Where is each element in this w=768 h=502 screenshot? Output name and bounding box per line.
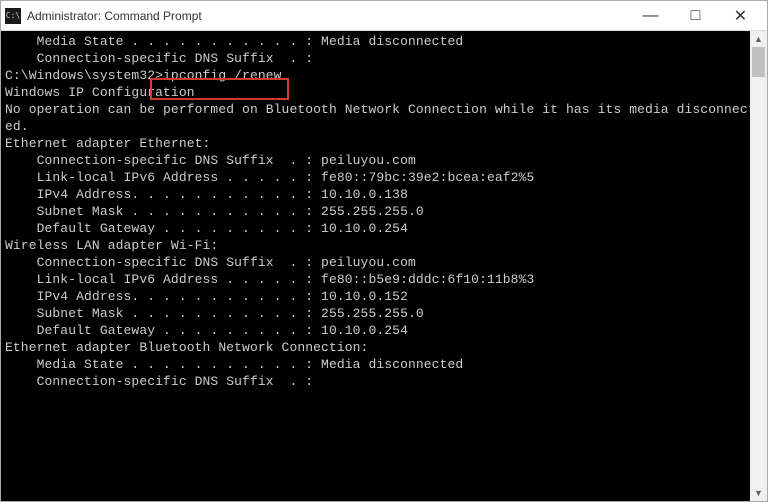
output-line: Media State . . . . . . . . . . . : Medi… [5, 33, 746, 50]
output-line: Connection-specific DNS Suffix . : [5, 373, 746, 390]
prompt-line: C:\Windows\system32>ipconfig /renew [5, 67, 746, 84]
titlebar[interactable]: C:\ Administrator: Command Prompt — □ ✕ [1, 1, 767, 31]
output-line: No operation can be performed on Bluetoo… [5, 101, 746, 118]
output-line: IPv4 Address. . . . . . . . . . . : 10.1… [5, 288, 746, 305]
output-line: Windows IP Configuration [5, 84, 746, 101]
terminal-output[interactable]: Media State . . . . . . . . . . . : Medi… [1, 31, 750, 501]
output-line: Ethernet adapter Bluetooth Network Conne… [5, 339, 746, 356]
scroll-thumb[interactable] [752, 47, 765, 77]
output-line: Default Gateway . . . . . . . . . : 10.1… [5, 322, 746, 339]
output-line: Media State . . . . . . . . . . . : Medi… [5, 356, 746, 373]
output-line: Subnet Mask . . . . . . . . . . . : 255.… [5, 305, 746, 322]
window-title: Administrator: Command Prompt [27, 9, 628, 23]
scroll-up-icon[interactable]: ▲ [750, 31, 767, 47]
terminal-wrap: Media State . . . . . . . . . . . : Medi… [1, 31, 767, 501]
maximize-icon: □ [691, 7, 701, 25]
output-line: Subnet Mask . . . . . . . . . . . : 255.… [5, 203, 746, 220]
output-line: Link-local IPv6 Address . . . . . : fe80… [5, 169, 746, 186]
window-controls: — □ ✕ [628, 2, 763, 30]
minimize-button[interactable]: — [628, 2, 673, 30]
minimize-icon: — [643, 7, 659, 25]
scroll-down-icon[interactable]: ▼ [750, 485, 767, 501]
output-line: Link-local IPv6 Address . . . . . : fe80… [5, 271, 746, 288]
app-icon-label: C:\ [6, 11, 20, 20]
close-button[interactable]: ✕ [718, 2, 763, 30]
output-line: Default Gateway . . . . . . . . . : 10.1… [5, 220, 746, 237]
output-line: ed. [5, 118, 746, 135]
output-line: Connection-specific DNS Suffix . : [5, 50, 746, 67]
output-line: Wireless LAN adapter Wi-Fi: [5, 237, 746, 254]
output-line: Connection-specific DNS Suffix . : peilu… [5, 254, 746, 271]
scrollbar[interactable]: ▲ ▼ [750, 31, 767, 501]
app-icon: C:\ [5, 8, 21, 24]
maximize-button[interactable]: □ [673, 2, 718, 30]
cmd-window: C:\ Administrator: Command Prompt — □ ✕ … [0, 0, 768, 502]
output-line: IPv4 Address. . . . . . . . . . . : 10.1… [5, 186, 746, 203]
output-line: Connection-specific DNS Suffix . : peilu… [5, 152, 746, 169]
close-icon: ✕ [734, 6, 747, 26]
output-line: Ethernet adapter Ethernet: [5, 135, 746, 152]
